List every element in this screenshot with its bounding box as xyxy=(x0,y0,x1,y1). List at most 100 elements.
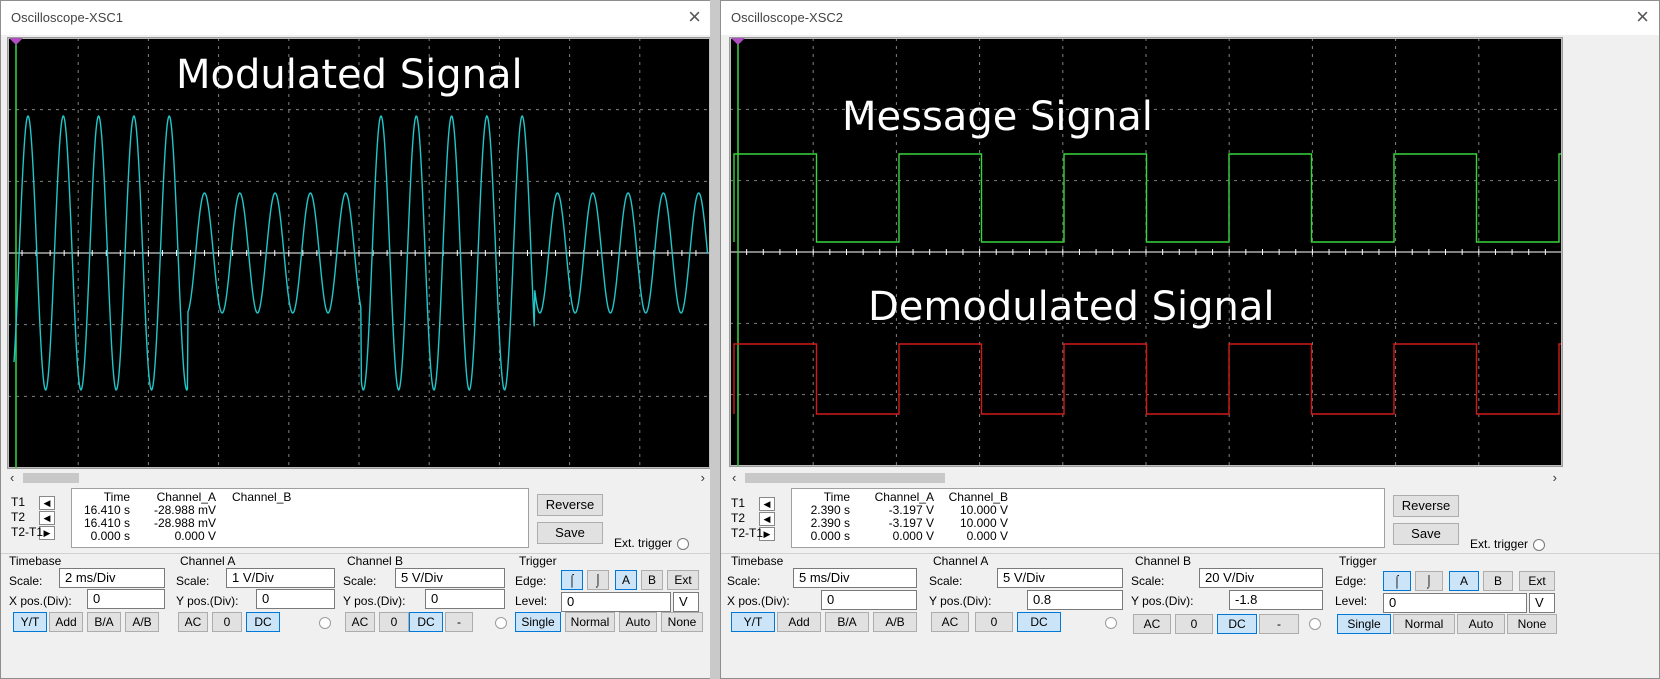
modulated-signal-label: Modulated Signal xyxy=(176,52,523,98)
channel-b-scale-field[interactable]: 5 V/Div xyxy=(395,568,505,588)
channel-a-zero-button[interactable]: 0 xyxy=(975,612,1013,632)
a-over-b-button[interactable]: A/B xyxy=(873,612,917,632)
cell: 0.000 V xyxy=(966,529,1008,543)
rising-edge-icon[interactable]: ⌠ xyxy=(1383,571,1411,591)
scroll-right-icon[interactable]: › xyxy=(1553,470,1557,485)
channel-b-zero-button[interactable]: 0 xyxy=(379,612,409,632)
channel-a-dc-button[interactable]: DC xyxy=(246,612,280,632)
channel-b-column: Channel_B xyxy=(232,490,292,543)
trigger-auto-button[interactable]: Auto xyxy=(619,612,657,632)
channel-b-invert-button[interactable]: - xyxy=(1259,614,1299,634)
scroll-left-icon[interactable]: ‹ xyxy=(732,470,736,485)
x-pos-field[interactable]: 0 xyxy=(87,589,165,609)
cursor-t1-marker xyxy=(9,38,23,45)
trigger-level-field[interactable]: 0 xyxy=(1383,593,1527,613)
falling-edge-icon[interactable]: ⌡ xyxy=(587,570,609,590)
channel-b-ac-button[interactable]: AC xyxy=(1133,614,1171,634)
scope-screen[interactable]: Modulated Signal xyxy=(7,37,711,469)
trigger-level-unit[interactable]: V xyxy=(673,592,699,612)
timebase-scale-field[interactable]: 5 ms/Div xyxy=(793,568,917,588)
channel-a-y-pos-field[interactable]: 0.8 xyxy=(1027,590,1123,610)
channel-b-invert-button[interactable]: - xyxy=(445,612,473,632)
channel-b-zero-button[interactable]: 0 xyxy=(1175,614,1213,634)
header-channel-b: Channel_B xyxy=(232,490,292,504)
channel-b-dc-button[interactable]: DC xyxy=(1217,614,1257,634)
t2-left-arrow-icon[interactable]: ◀ xyxy=(759,512,775,526)
channel-a-radio[interactable] xyxy=(1105,617,1117,629)
close-icon[interactable]: × xyxy=(688,4,701,30)
b-over-a-button[interactable]: B/A xyxy=(87,612,121,632)
reverse-button[interactable]: Reverse xyxy=(1393,495,1459,517)
trigger-source-ext-button[interactable]: Ext xyxy=(667,570,699,590)
trigger-auto-button[interactable]: Auto xyxy=(1457,614,1505,634)
channel-b-column: Channel_B 10.000 V 10.000 V 0.000 V xyxy=(944,491,1008,543)
channel-a-scale-field[interactable]: 5 V/Div xyxy=(997,568,1123,588)
close-icon[interactable]: × xyxy=(1636,4,1649,30)
reverse-button[interactable]: Reverse xyxy=(537,494,603,516)
channel-b-dc-button[interactable]: DC xyxy=(409,612,443,632)
t1-left-arrow-icon[interactable]: ◀ xyxy=(759,497,775,511)
channel-a-y-pos-field[interactable]: 0 xyxy=(256,589,335,609)
trigger-none-button[interactable]: None xyxy=(661,612,703,632)
channel-b-y-pos-field[interactable]: 0 xyxy=(425,589,505,609)
a-over-b-button[interactable]: A/B xyxy=(125,612,159,632)
cell xyxy=(232,530,290,543)
scroll-thumb[interactable] xyxy=(23,473,79,483)
trigger-source-ext-button[interactable]: Ext xyxy=(1519,571,1555,591)
channel-a-column: Channel_A -3.197 V -3.197 V 0.000 V xyxy=(862,491,934,543)
channel-a-ac-button[interactable]: AC xyxy=(178,612,208,632)
b-over-a-button[interactable]: B/A xyxy=(825,612,869,632)
channel-a-title: Channel A xyxy=(933,554,989,568)
channel-b-scale-field[interactable]: 20 V/Div xyxy=(1199,568,1323,588)
scroll-right-icon[interactable]: › xyxy=(701,470,705,485)
cursor-t2-t1-label: T2-T1 xyxy=(731,526,764,540)
scroll-left-icon[interactable]: ‹ xyxy=(10,470,14,485)
channel-b-radio[interactable] xyxy=(495,617,507,629)
x-pos-field[interactable]: 0 xyxy=(821,590,917,610)
trigger-normal-button[interactable]: Normal xyxy=(1393,614,1455,634)
trigger-source-b-button[interactable]: B xyxy=(641,570,663,590)
ext-trigger-radio[interactable] xyxy=(677,537,690,550)
trigger-title: Trigger xyxy=(1339,554,1377,568)
falling-edge-icon[interactable]: ⌡ xyxy=(1415,571,1443,591)
save-button[interactable]: Save xyxy=(537,522,603,544)
ext-trigger-label: Ext. trigger xyxy=(1470,537,1529,551)
channel-a-zero-button[interactable]: 0 xyxy=(212,612,242,632)
trigger-none-button[interactable]: None xyxy=(1507,614,1557,634)
trigger-normal-button[interactable]: Normal xyxy=(565,612,615,632)
channel-b-radio[interactable] xyxy=(1309,618,1321,630)
save-button[interactable]: Save xyxy=(1393,523,1459,545)
trigger-source-b-button[interactable]: B xyxy=(1483,571,1513,591)
channel-a-radio[interactable] xyxy=(319,617,331,629)
scroll-thumb[interactable] xyxy=(745,473,945,483)
trigger-single-button[interactable]: Single xyxy=(1337,614,1391,634)
channel-b-y-pos-field[interactable]: -1.8 xyxy=(1229,590,1323,610)
add-button[interactable]: Add xyxy=(49,612,83,632)
horizontal-scrollbar[interactable]: ‹ › xyxy=(7,470,709,486)
y-pos-label: Y pos.(Div): xyxy=(929,594,992,608)
x-pos-label: X pos.(Div): xyxy=(727,594,790,608)
trigger-level-unit[interactable]: V xyxy=(1529,593,1555,613)
timebase-scale-field[interactable]: 2 ms/Div xyxy=(59,568,165,588)
trigger-source-a-button[interactable]: A xyxy=(1449,571,1479,591)
yt-button[interactable]: Y/T xyxy=(13,612,47,632)
t2-left-arrow-icon[interactable]: ◀ xyxy=(39,511,55,525)
yt-button[interactable]: Y/T xyxy=(731,612,775,632)
trigger-source-a-button[interactable]: A xyxy=(615,570,637,590)
horizontal-scrollbar[interactable]: ‹ › xyxy=(729,470,1561,486)
scope-screen[interactable]: Message Signal Demodulated Signal xyxy=(729,37,1563,467)
t1-left-arrow-icon[interactable]: ◀ xyxy=(39,496,55,510)
channel-a-dc-button[interactable]: DC xyxy=(1017,612,1061,632)
trigger-level-field[interactable]: 0 xyxy=(561,592,671,612)
cursor-t2-label: T2 xyxy=(731,511,746,525)
channel-b-ac-button[interactable]: AC xyxy=(345,612,375,632)
channel-a-scale-field[interactable]: 1 V/Div xyxy=(226,568,335,588)
add-button[interactable]: Add xyxy=(777,612,821,632)
ext-trigger-label: Ext. trigger xyxy=(614,536,673,550)
trigger-single-button[interactable]: Single xyxy=(515,612,561,632)
ext-trigger-radio[interactable] xyxy=(1533,538,1546,551)
channel-a-ac-button[interactable]: AC xyxy=(931,612,969,632)
rising-edge-icon[interactable]: ⌠ xyxy=(561,570,583,590)
scale-label: Scale: xyxy=(343,574,377,588)
channel-a-trace xyxy=(733,153,1561,243)
